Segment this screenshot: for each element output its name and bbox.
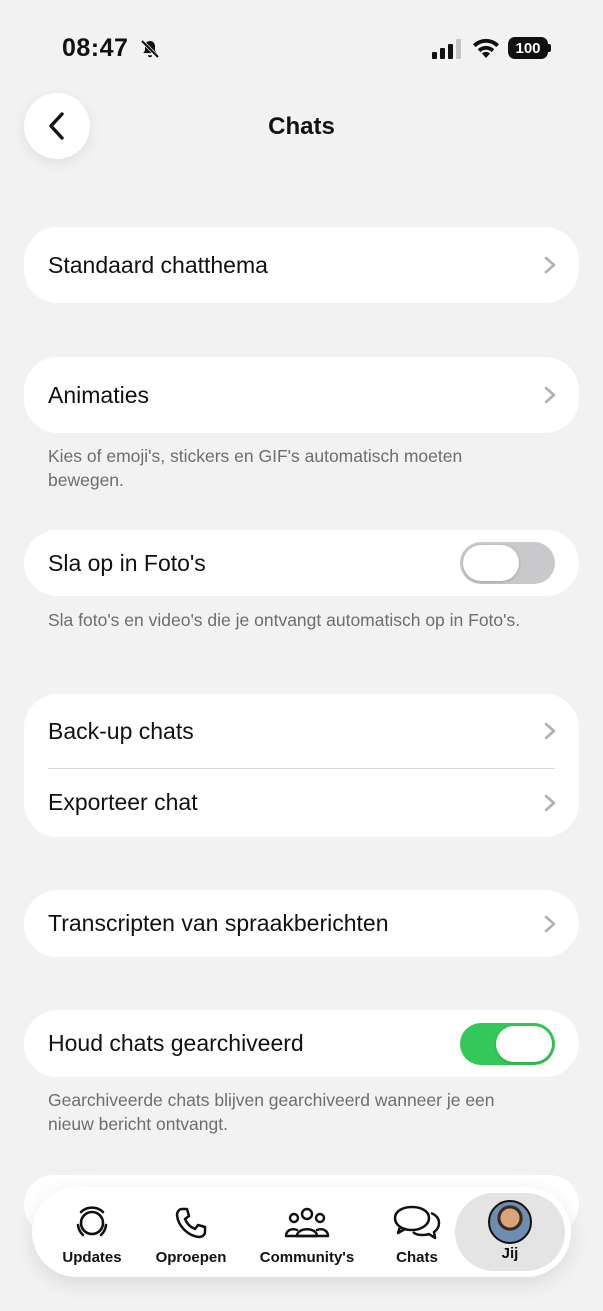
animations-label: Animaties xyxy=(48,381,149,408)
status-time: 08:47 xyxy=(62,34,129,62)
toggle-knob xyxy=(463,545,519,581)
archived-toggle[interactable] xyxy=(460,1022,555,1065)
tab-label: Chats xyxy=(396,1249,438,1266)
transcripts-card: Transcripten van spraakberichten xyxy=(24,890,579,957)
theme-row[interactable]: Standaard chatthema xyxy=(24,227,579,303)
updates-icon xyxy=(76,1206,108,1237)
archived-card: Houd chats gearchiveerd xyxy=(24,1010,579,1077)
save-photos-card: Sla op in Foto's xyxy=(24,530,579,596)
chevron-right-icon xyxy=(544,794,556,811)
save-photos-footnote: Sla foto's en video's die je ontvangt au… xyxy=(48,610,521,630)
tab-label: Jij xyxy=(501,1245,519,1262)
backup-export-card: Back-up chats Exporteer chat xyxy=(24,694,579,837)
toggle-knob xyxy=(496,1025,552,1062)
phone-icon xyxy=(175,1207,207,1239)
chevron-right-icon xyxy=(544,915,556,932)
page-title: Chats xyxy=(268,113,335,140)
tab-jij[interactable]: Jij xyxy=(455,1193,565,1271)
tab-oproepen[interactable]: Oproepen xyxy=(150,1187,232,1277)
animations-row[interactable]: Animaties xyxy=(24,357,579,433)
tab-label: Oproepen xyxy=(155,1249,227,1266)
save-photos-toggle[interactable] xyxy=(460,542,555,584)
export-label: Exporteer chat xyxy=(48,789,198,815)
archived-row: Houd chats gearchiveerd xyxy=(24,1010,579,1077)
battery-cap xyxy=(548,44,551,52)
animations-footnote: Kies of emoji's, stickers en GIF's autom… xyxy=(48,446,463,490)
tab-chats[interactable]: Chats xyxy=(378,1187,456,1277)
wifi-icon xyxy=(473,38,499,58)
theme-card: Standaard chatthema xyxy=(24,227,579,303)
transcripts-label: Transcripten van spraakberichten xyxy=(48,910,389,936)
status-bar: 08:47 100 xyxy=(0,0,603,96)
battery-indicator: 100 xyxy=(508,37,548,59)
animations-card: Animaties xyxy=(24,357,579,433)
theme-label: Standaard chatthema xyxy=(48,251,268,278)
chevron-right-icon xyxy=(544,722,556,740)
backup-label: Back-up chats xyxy=(48,717,194,744)
community-icon xyxy=(284,1207,330,1238)
battery-level: 100 xyxy=(515,39,541,57)
bell-muted-icon xyxy=(140,39,160,59)
archived-footnote: Gearchiveerde chats blijven gearchiveerd… xyxy=(48,1090,495,1134)
signal-icon xyxy=(432,39,461,59)
chats-icon xyxy=(393,1205,441,1240)
chevron-right-icon xyxy=(544,386,556,404)
tab-updates[interactable]: Updates xyxy=(50,1187,134,1277)
backup-row[interactable]: Back-up chats xyxy=(24,694,579,768)
export-row[interactable]: Exporteer chat xyxy=(24,768,579,837)
tab-communitys[interactable]: Community's xyxy=(254,1187,360,1277)
chevron-right-icon xyxy=(544,256,556,274)
save-photos-row: Sla op in Foto's xyxy=(24,530,579,596)
tab-label: Updates xyxy=(62,1249,122,1266)
tab-label: Community's xyxy=(259,1249,355,1266)
avatar xyxy=(488,1200,532,1244)
tab-bar: Updates Oproepen Community's Chats Jij xyxy=(32,1187,571,1277)
archived-label: Houd chats gearchiveerd xyxy=(48,1030,304,1056)
save-photos-label: Sla op in Foto's xyxy=(48,549,206,576)
transcripts-row[interactable]: Transcripten van spraakberichten xyxy=(24,890,579,957)
